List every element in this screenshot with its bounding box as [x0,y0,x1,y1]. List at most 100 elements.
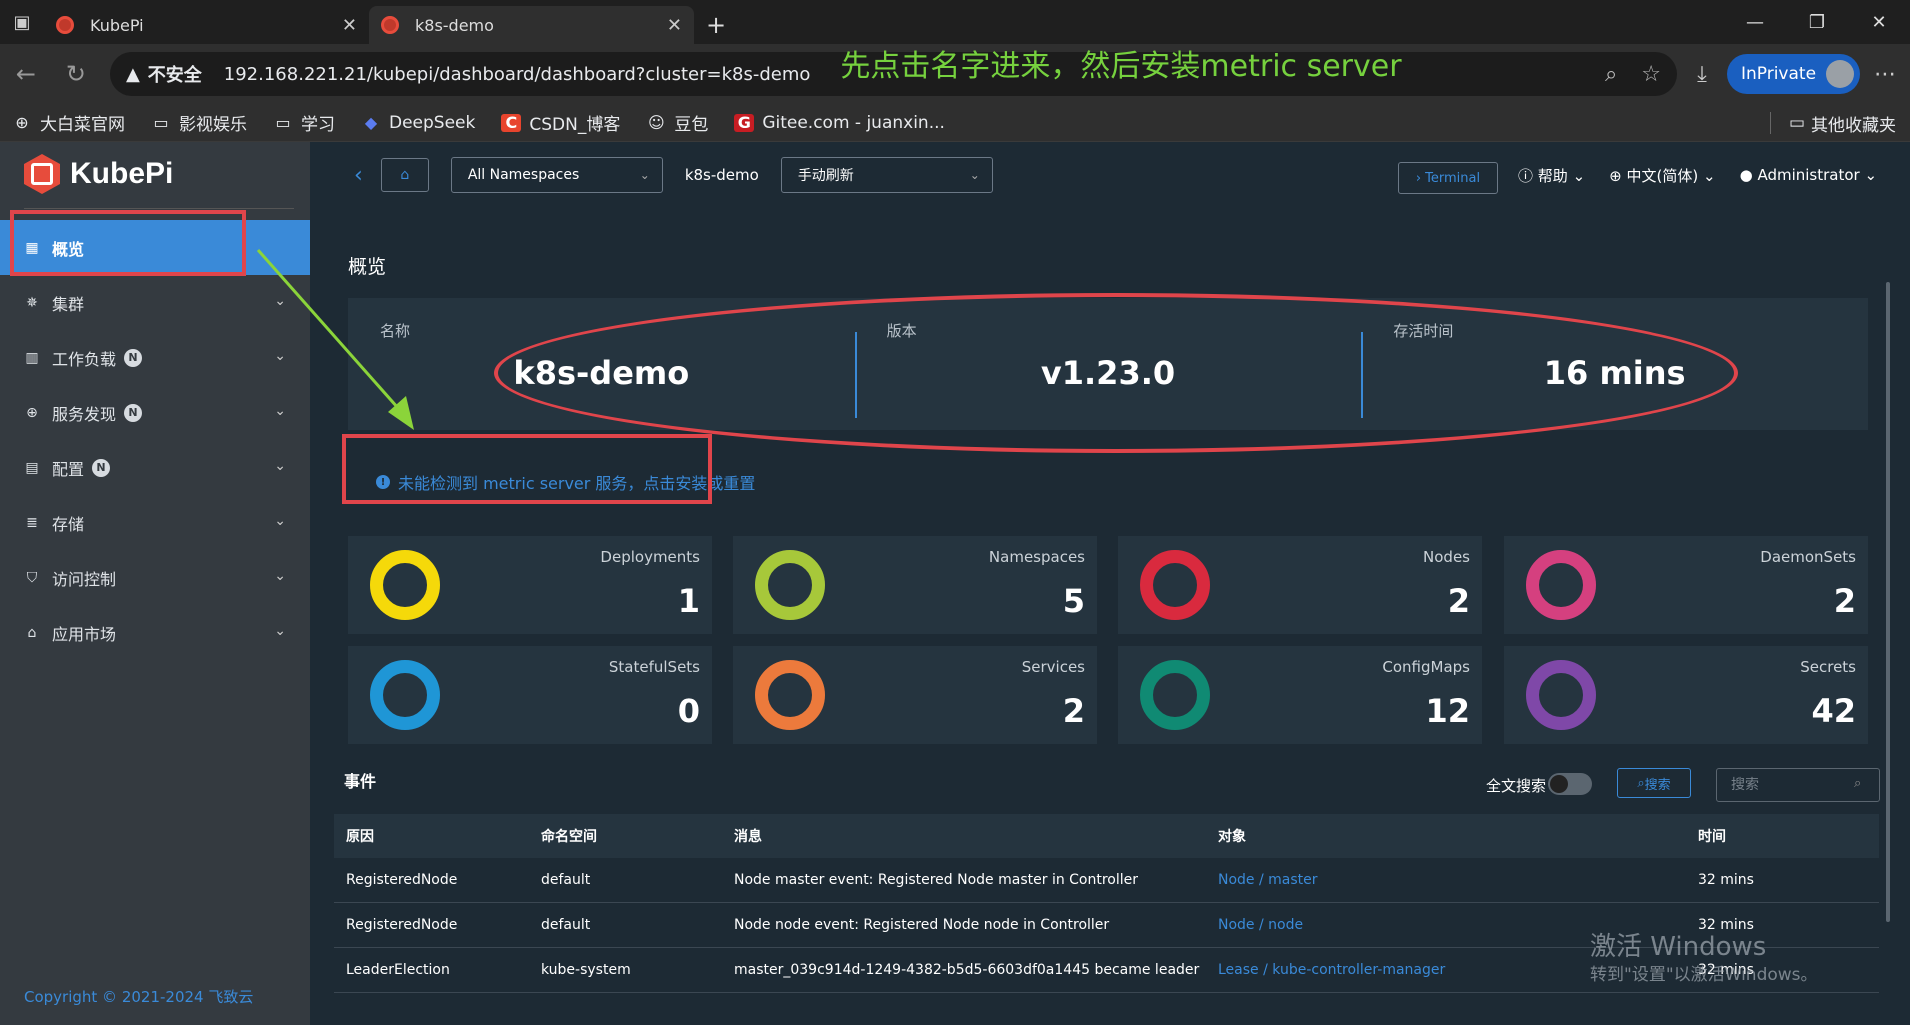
sidebar-item-storage[interactable]: ≣ 存储 ⌄ [0,495,310,550]
ring-icon [370,550,440,620]
sidebar-item-label: 集群 [52,294,85,314]
card-statefulsets[interactable]: StatefulSets 0 [348,646,712,744]
bookmark-item[interactable]: ⊕ 大白菜官网 [12,110,125,135]
highlight-ellipse [494,293,1738,453]
search-button[interactable]: ⌕ 搜索 [1617,768,1691,798]
summary-label: 名称 [380,322,411,340]
browser-tab-k8s-demo[interactable]: k8s-demo ✕ [369,6,694,44]
card-deployments[interactable]: Deployments 1 [348,536,712,634]
windows-watermark-hint: 转到"设置"以激活Windows。 [1590,965,1818,985]
tab-close-icon[interactable]: ✕ [342,15,357,36]
column-header[interactable]: 对象 [1206,826,1686,846]
card-label: DaemonSets [1760,548,1856,566]
namespace-select[interactable]: All Namespaces ⌄ [450,157,663,193]
divider [1769,112,1771,134]
scrollbar[interactable] [1886,282,1890,922]
window-controls: — ❐ ✕ [1724,0,1910,44]
fulltext-search-toggle[interactable] [1548,773,1592,795]
card-configmaps[interactable]: ConfigMaps 12 [1118,646,1482,744]
folder-icon: ▭ [275,113,291,132]
sidebar-item-app-market[interactable]: ⌂ 应用市场 ⌄ [0,605,310,660]
cell-namespace: default [541,917,591,933]
namespace-select-value: All Namespaces [467,167,580,183]
refresh-select[interactable]: 手动刷新 ⌄ [780,157,993,193]
new-tab-icon[interactable]: + [694,6,738,44]
star-icon[interactable]: ☆ [1641,62,1661,87]
other-bookmarks[interactable]: ▭ 其他收藏夹 [1769,104,1896,142]
sidebar-item-workloads[interactable]: ▥ 工作负载 N ⌄ [0,330,310,385]
config-icon: ▤ [25,459,39,476]
card-secrets[interactable]: Secrets 42 [1504,646,1868,744]
cell-object-link[interactable]: Node / master [1206,872,1686,888]
highlight-box [10,210,246,276]
divider [24,208,294,209]
close-window-icon[interactable]: ✕ [1848,0,1910,44]
home-button[interactable]: ⌂ [380,158,429,192]
folder-icon: ▭ [153,113,169,132]
column-header[interactable]: 消息 [722,826,1206,846]
bookmark-item[interactable]: ◆ DeepSeek [361,113,476,133]
ring-icon [1140,660,1210,730]
copyright[interactable]: Copyright © 2021-2024 飞致云 [24,986,253,1007]
restore-icon[interactable]: ❐ [1786,0,1848,44]
tab-title: KubePi [90,15,144,35]
sidebar-item-cluster[interactable]: ✵ 集群 ⌄ [0,275,310,330]
bookmark-item[interactable]: G Gitee.com - juanxin... [734,113,945,133]
search-icon: ⌕ [1637,775,1645,791]
sidebar-item-label: 存储 [52,514,85,534]
card-label: StatefulSets [608,658,700,676]
csdn-icon: C [501,113,522,132]
more-icon[interactable]: ⋯ [1860,62,1910,87]
column-header[interactable]: 时间 [1686,826,1879,846]
card-daemonsets[interactable]: DaemonSets 2 [1504,536,1868,634]
kubepi-favicon-icon [381,16,399,34]
back-arrow-icon[interactable]: ← [2,50,50,98]
kubepi-favicon-icon [56,16,74,34]
main-content: 概览 名称 k8s-demo 版本 v1.23.0 存活时间 16 mins !… [310,208,1900,1025]
sidebar-item-label: 访问控制 [52,569,117,589]
sidebar-item-label: 服务发现 [52,404,117,424]
chevron-left-icon[interactable]: ‹ [354,163,363,188]
card-nodes[interactable]: Nodes 2 [1118,536,1482,634]
ring-icon [755,550,825,620]
minimize-icon[interactable]: — [1724,0,1786,44]
question-icon: ⓘ [1518,166,1534,185]
chevron-down-icon: ⌄ [274,458,286,474]
chevron-down-icon: ⌄ [274,513,286,529]
page-title: 概览 [348,256,387,278]
sidebar-item-service-discovery[interactable]: ⊕ 服务发现 N ⌄ [0,385,310,440]
card-namespaces[interactable]: Namespaces 5 [733,536,1097,634]
column-header[interactable]: 命名空间 [529,826,722,846]
chevron-down-icon: ⌄ [274,623,286,639]
bookmarks-bar: ⊕ 大白菜官网 ▭ 影视娱乐 ▭ 学习 ◆ DeepSeek C CSDN_博客 ☺ 豆包 … [0,104,1910,142]
card-label: Deployments [600,548,700,566]
browser-tab-kubepi[interactable]: KubePi ✕ [44,6,369,44]
bookmark-folder[interactable]: ▭ 影视娱乐 [151,110,247,135]
shield-icon: ⛉ [26,569,38,586]
card-value: 0 [677,692,700,730]
chevron-down-icon: ⌄ [274,348,286,364]
bookmark-item[interactable]: ☺ 豆包 [646,110,708,135]
url-field[interactable]: ▲ 不安全 192.168.221.21/kubepi/dashboard/da… [109,49,1677,96]
column-header[interactable]: 原因 [334,826,529,846]
card-services[interactable]: Services 2 [733,646,1097,744]
logo[interactable]: KubePi [24,154,173,194]
zoom-icon[interactable]: ⌕ [1605,62,1617,87]
download-icon[interactable]: ⤓ [1677,62,1727,87]
user-menu[interactable]: ● Administrator ⌄ [1740,166,1877,184]
inprivate-button[interactable]: InPrivate [1726,54,1861,94]
annotation-text: 先点击名字进来，然后安装metric server [840,49,1402,84]
help-menu[interactable]: ⓘ 帮助 ⌄ [1518,165,1585,186]
sidebar-item-access-control[interactable]: ⛉ 访问控制 ⌄ [0,550,310,605]
bookmark-folder[interactable]: ▭ 学习 [273,110,335,135]
tab-actions-icon[interactable]: ▣ [0,0,44,44]
language-menu[interactable]: ⊕ 中文(简体) ⌄ [1609,165,1715,186]
url-text[interactable]: 192.168.221.21/kubepi/dashboard/dashboar… [224,64,811,85]
bookmark-item[interactable]: C CSDN_博客 [501,110,620,135]
sidebar-item-config[interactable]: ▤ 配置 N ⌄ [0,440,310,495]
cell-reason: RegisteredNode [346,917,458,933]
tab-close-icon[interactable]: ✕ [667,15,682,36]
terminal-button[interactable]: › Terminal [1398,162,1498,194]
reload-icon[interactable]: ↻ [52,50,100,98]
ring-icon [1526,550,1596,620]
